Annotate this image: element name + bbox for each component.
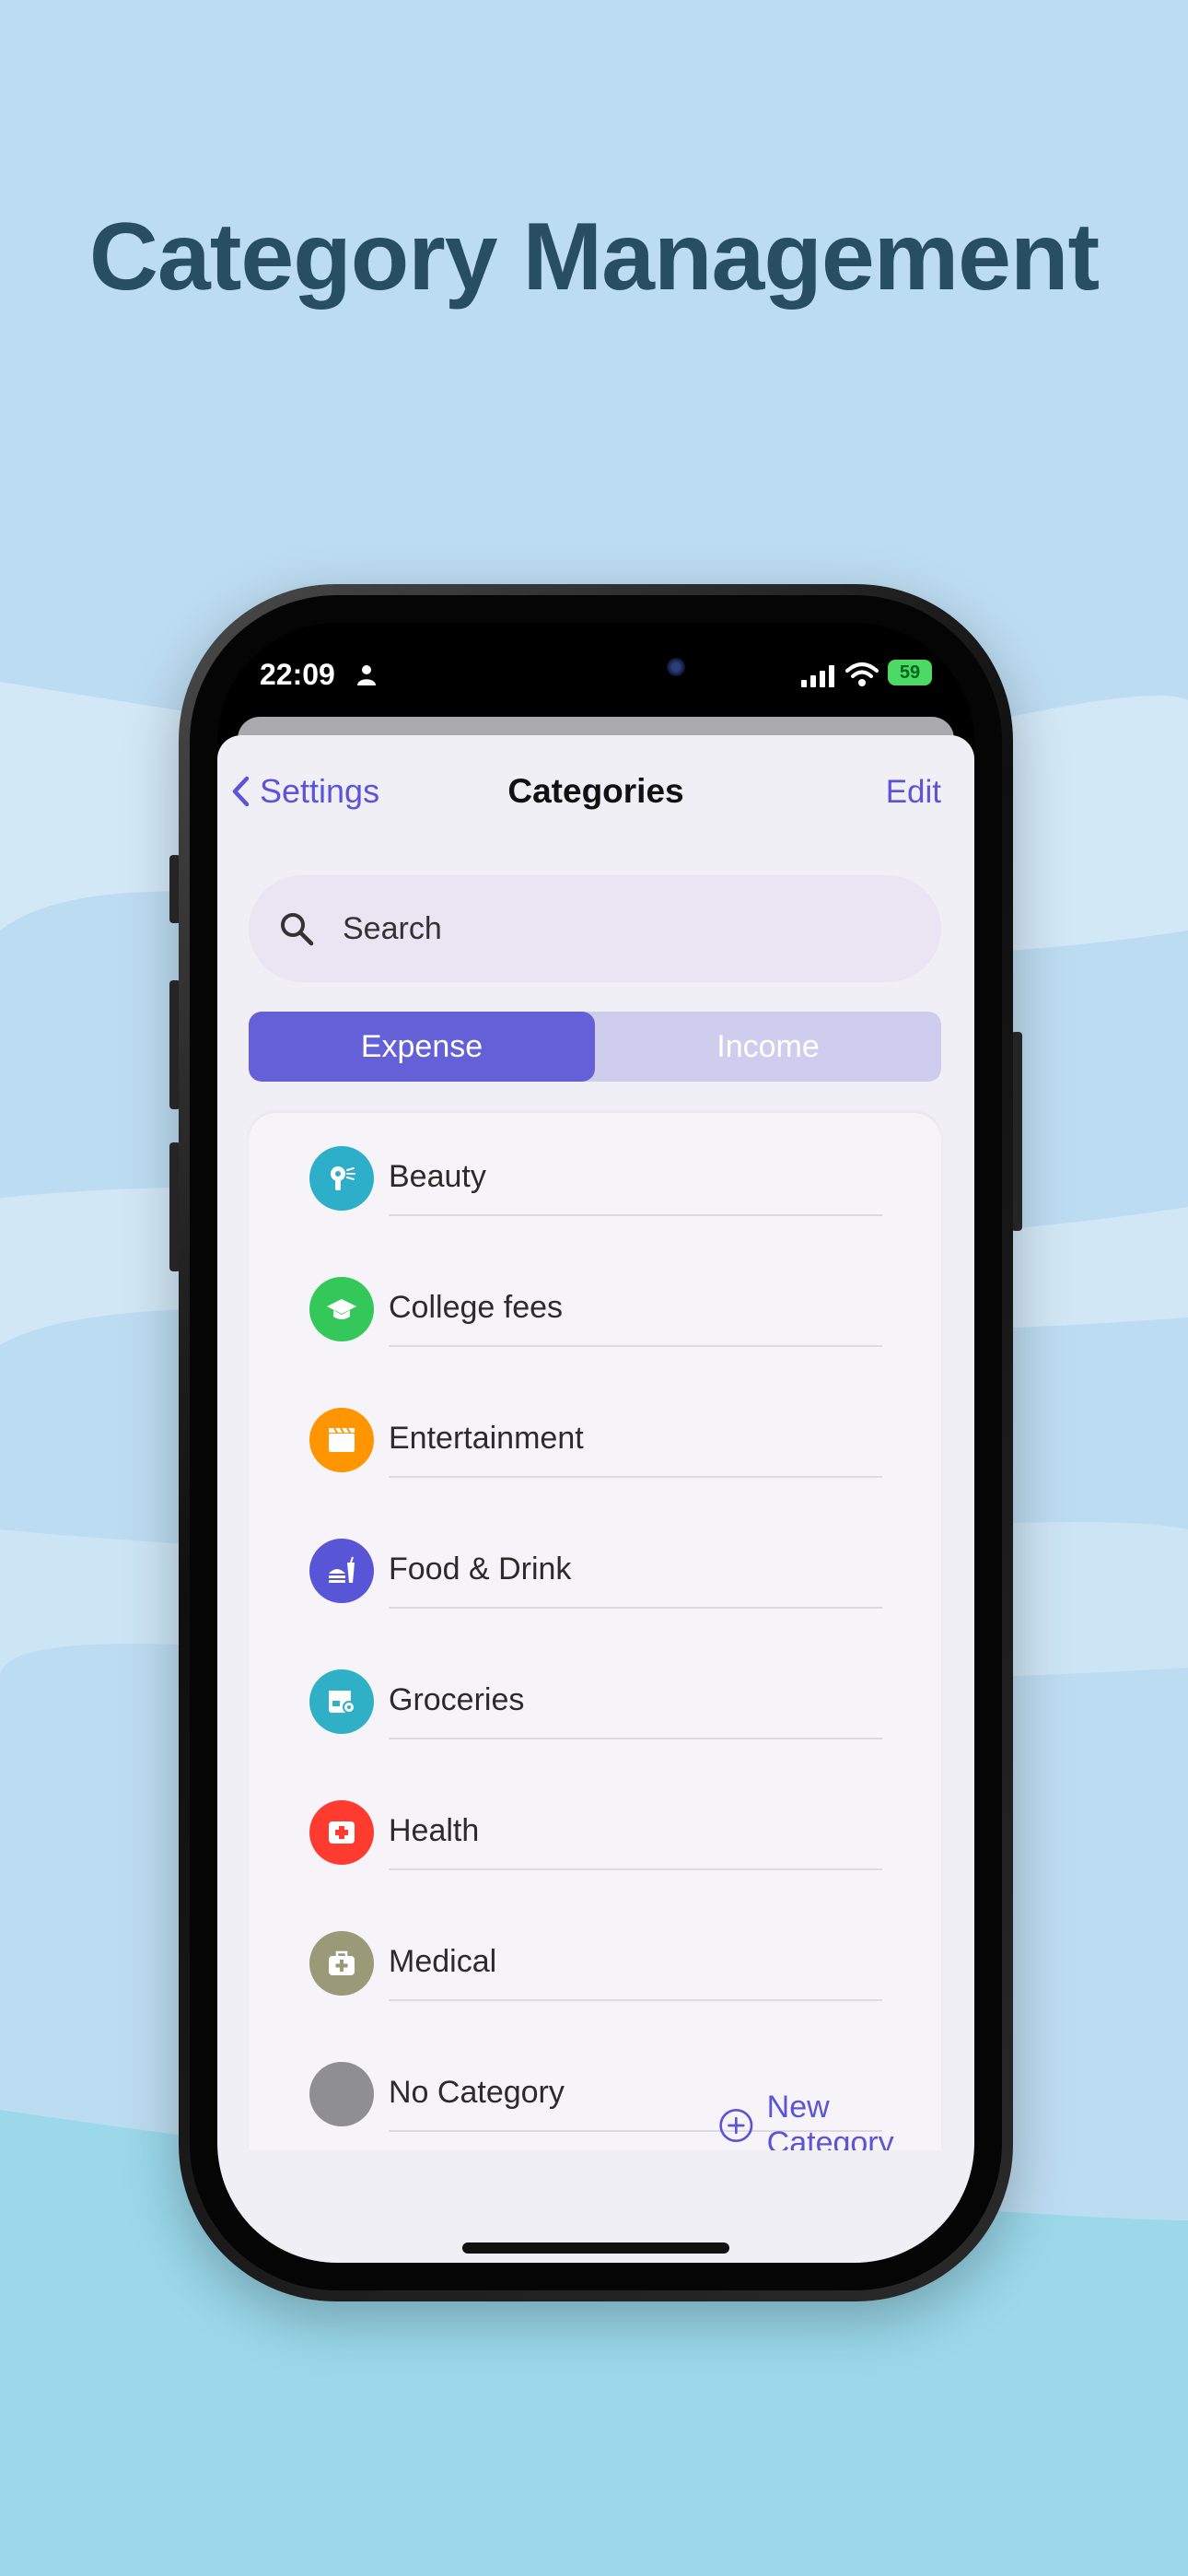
status-bar: 22:09 59 — [217, 623, 974, 719]
store-icon — [329, 1691, 355, 1714]
new-category-label: New Category — [766, 2090, 894, 2150]
category-color-circle — [309, 2062, 374, 2126]
camera-icon — [667, 658, 685, 676]
food-drink-icon — [329, 1556, 355, 1583]
category-row[interactable]: Groceries — [249, 1636, 941, 1767]
category-name: College fees — [389, 1290, 564, 1325]
category-color-circle — [309, 1146, 374, 1211]
hair-dryer-icon — [331, 1166, 355, 1190]
category-name: Health — [389, 1813, 480, 1848]
search-field[interactable]: Search — [249, 875, 941, 982]
edit-button[interactable]: Edit — [886, 774, 941, 811]
category-color-circle — [309, 1800, 374, 1865]
category-color-circle — [309, 1408, 374, 1472]
category-row[interactable]: Medical — [249, 1898, 941, 2029]
medical-bag-icon — [329, 1950, 355, 1975]
category-row[interactable]: Food & Drink — [249, 1505, 941, 1636]
category-color-circle — [309, 1669, 374, 1734]
new-category-button[interactable]: New Category — [718, 2090, 941, 2150]
first-aid-icon — [329, 1821, 355, 1844]
categories-sheet: Settings Categories Edit Search Expense … — [217, 735, 974, 2263]
row-divider — [389, 1738, 882, 1739]
row-divider — [389, 1345, 882, 1347]
category-color-circle — [309, 1539, 374, 1603]
segment-expense[interactable]: Expense — [249, 1012, 595, 1082]
search-placeholder: Search — [343, 910, 442, 946]
wifi-icon — [845, 662, 879, 686]
category-row[interactable]: Health — [249, 1767, 941, 1898]
plus-circle-icon — [719, 2108, 753, 2143]
category-color-circle — [309, 1277, 374, 1341]
category-list: Beauty College fees Entertainment Food &… — [249, 1113, 941, 2150]
type-segmented-control: Expense Income — [249, 1012, 941, 1082]
category-name: Medical — [389, 1944, 497, 1979]
row-divider — [389, 1214, 882, 1216]
category-row[interactable]: Entertainment — [249, 1375, 941, 1505]
dynamic-island — [521, 639, 669, 691]
page-headline: Category Management — [88, 204, 1100, 310]
row-divider — [389, 1607, 882, 1609]
home-indicator[interactable] — [462, 2242, 729, 2254]
clapperboard-icon — [329, 1427, 355, 1452]
cellular-signal-icon — [801, 665, 834, 687]
category-name: Groceries — [389, 1682, 525, 1717]
category-name: Food & Drink — [389, 1551, 572, 1587]
graduation-cap-icon — [327, 1299, 356, 1319]
navigation-bar: Settings Categories Edit — [217, 735, 974, 846]
category-row[interactable]: College fees — [249, 1244, 941, 1375]
category-name: No Category — [389, 2075, 565, 2110]
row-divider — [389, 1999, 882, 2001]
segment-income[interactable]: Income — [595, 1012, 941, 1082]
category-name: Entertainment — [389, 1421, 584, 1456]
row-divider — [389, 1868, 882, 1870]
row-divider — [389, 1476, 882, 1478]
status-time: 22:09 — [260, 658, 335, 691]
person-icon — [357, 665, 376, 685]
category-color-circle — [309, 1931, 374, 1996]
category-row[interactable]: Beauty — [249, 1113, 941, 1244]
category-name: Beauty — [389, 1159, 486, 1194]
search-icon — [281, 913, 314, 946]
battery-indicator: 59 — [888, 660, 932, 685]
page-title: Categories — [507, 772, 684, 810]
phone-screen: 22:09 59 Settings Categories Edit Search… — [217, 623, 974, 2263]
